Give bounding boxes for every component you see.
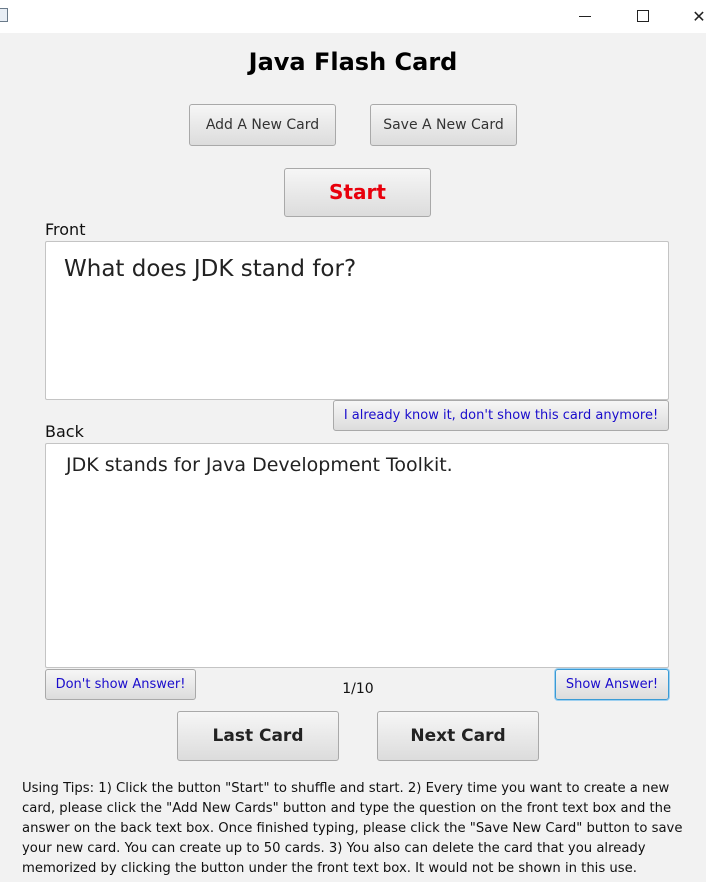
hide-answer-button[interactable]: Don't show Answer! [45, 669, 196, 700]
close-button[interactable]: ✕ [676, 0, 706, 33]
save-card-button[interactable]: Save A New Card [370, 104, 517, 146]
last-card-button[interactable]: Last Card [177, 711, 339, 761]
show-answer-button[interactable]: Show Answer! [555, 669, 669, 700]
title-bar: ✕ [0, 0, 706, 33]
front-textbox[interactable]: What does JDK stand for? [45, 241, 669, 400]
back-label: Back [45, 422, 84, 441]
start-button[interactable]: Start [284, 168, 431, 217]
maximize-button[interactable] [620, 0, 666, 33]
front-label: Front [45, 220, 86, 239]
card-counter: 1/10 [342, 681, 374, 697]
add-card-button[interactable]: Add A New Card [189, 104, 336, 146]
page-title: Java Flash Card [248, 48, 458, 76]
back-textbox[interactable]: JDK stands for Java Development Toolkit. [45, 443, 669, 668]
next-card-button[interactable]: Next Card [377, 711, 539, 761]
minimize-button[interactable] [562, 0, 608, 33]
already-know-button[interactable]: I already know it, don't show this card … [333, 400, 669, 431]
app-icon [0, 8, 8, 22]
usage-tips: Using Tips: 1) Click the button "Start" … [22, 781, 683, 876]
